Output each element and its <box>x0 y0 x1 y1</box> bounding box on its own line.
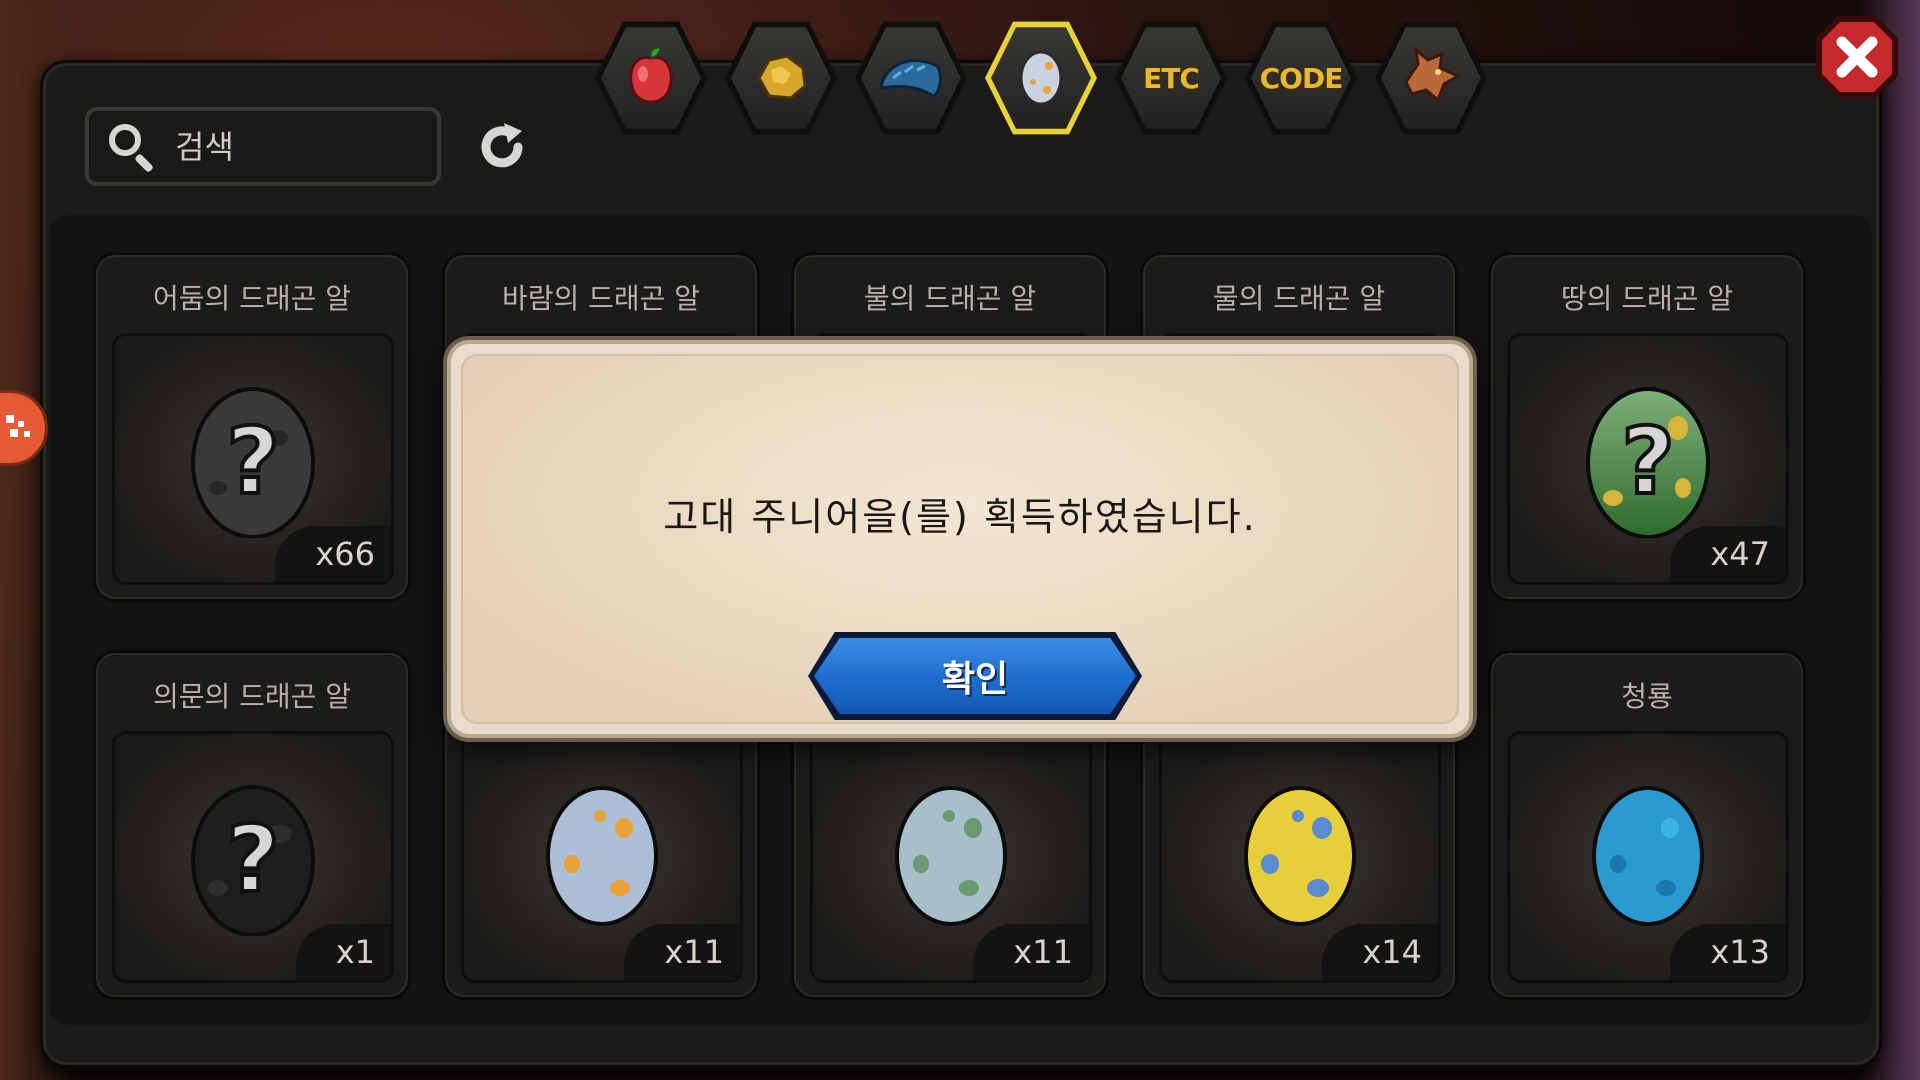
item-card[interactable]: 의문의 드래곤 알 ? x1 <box>93 650 411 1000</box>
svg-text:?: ? <box>1621 408 1674 515</box>
egg-icon <box>1240 776 1360 930</box>
item-slot: x14 <box>1159 731 1441 983</box>
confirm-button[interactable]: 확인 <box>808 632 1142 720</box>
tab-fruit[interactable] <box>595 18 707 138</box>
dialog-body: 고대 주니어을(를) 획득하였습니다. 확인 <box>461 354 1459 724</box>
category-tabs: ETC CODE <box>595 18 1487 138</box>
item-slot: x11 <box>810 731 1092 983</box>
search-box[interactable] <box>85 107 441 186</box>
close-button[interactable] <box>1812 12 1902 102</box>
tab-etc-label: ETC <box>1143 61 1200 95</box>
egg-icon <box>1015 44 1067 112</box>
item-count: x11 <box>624 924 740 980</box>
item-count: x66 <box>275 526 391 582</box>
egg-icon <box>542 776 662 930</box>
gold-icon <box>751 48 811 108</box>
item-slot: ? x1 <box>112 731 394 983</box>
refresh-button[interactable] <box>470 115 534 179</box>
item-card[interactable]: 어둠의 드래곤 알 ? x66 <box>93 252 411 602</box>
mystery-egg-icon: ? <box>188 378 318 542</box>
tab-gold[interactable] <box>725 18 837 138</box>
item-slot: x13 <box>1507 731 1789 983</box>
search-icon <box>107 122 157 173</box>
item-count: x1 <box>295 924 391 980</box>
mystery-egg-icon: ? <box>1583 378 1713 542</box>
dragon-scale-icon <box>875 48 947 108</box>
search-input[interactable] <box>175 127 395 166</box>
tab-dragon-scale[interactable] <box>855 18 967 138</box>
item-slot: ? x47 <box>1507 333 1789 585</box>
egg-icon <box>1588 776 1708 930</box>
item-title: 물의 드래곤 알 <box>1212 282 1386 315</box>
puzzle-icon <box>6 415 30 437</box>
fruit-icon <box>623 44 679 112</box>
item-title: 청룡 <box>1621 680 1673 713</box>
svg-text:?: ? <box>226 408 279 515</box>
refresh-icon <box>481 123 523 168</box>
tab-code[interactable]: CODE <box>1245 18 1357 138</box>
tab-code-label: CODE <box>1259 61 1344 95</box>
tab-etc[interactable]: ETC <box>1115 18 1227 138</box>
acquisition-dialog: 고대 주니어을(를) 획득하였습니다. 확인 <box>447 340 1473 738</box>
egg-icon <box>891 776 1011 930</box>
item-card[interactable]: 땅의 드래곤 알 ? x47 <box>1488 252 1806 602</box>
dialog-message: 고대 주니어을(를) 획득하였습니다. <box>663 495 1257 539</box>
mystery-egg-icon: ? <box>188 776 318 940</box>
item-slot: ? x66 <box>112 333 394 585</box>
item-title: 바람의 드래곤 알 <box>501 282 701 315</box>
item-count: x13 <box>1670 924 1786 980</box>
item-card[interactable]: 청룡 x13 <box>1488 650 1806 1000</box>
item-slot: x11 <box>461 731 743 983</box>
svg-text:?: ? <box>226 806 279 913</box>
item-count: x14 <box>1322 924 1438 980</box>
item-title: 불의 드래곤 알 <box>863 282 1037 315</box>
item-title: 의문의 드래곤 알 <box>152 680 352 713</box>
item-title: 땅의 드래곤 알 <box>1560 282 1734 315</box>
confirm-label: 확인 <box>941 659 1009 700</box>
item-count: x11 <box>973 924 1089 980</box>
item-title: 어둠의 드래곤 알 <box>152 282 352 315</box>
item-count: x47 <box>1670 526 1786 582</box>
dragon-head-icon <box>1398 46 1464 110</box>
tab-dragon[interactable] <box>1375 18 1487 138</box>
tab-egg[interactable] <box>985 18 1097 138</box>
close-icon <box>1816 16 1898 98</box>
